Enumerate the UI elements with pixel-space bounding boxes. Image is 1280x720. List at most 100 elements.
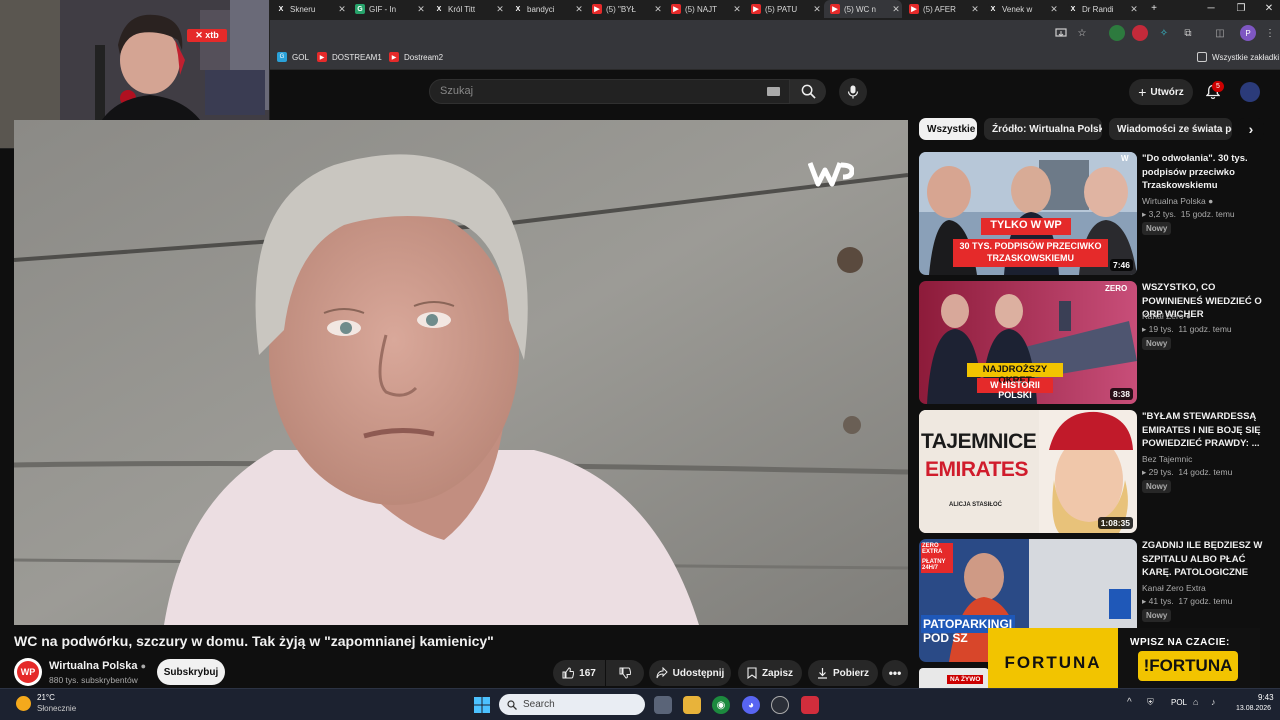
bookmark-dostream2[interactable]: ▶ Dostream2 (389, 52, 443, 62)
dislike-button[interactable] (606, 660, 644, 686)
recommendation-item[interactable]: ZERO EXTRA PŁATNY 24H/7 PATOPARKINGI POD… (919, 539, 1269, 662)
video-duration: 8:38 (1109, 388, 1133, 400)
discord-icon[interactable]: ◕ (742, 696, 760, 714)
weather-temperature[interactable]: 21°C (37, 693, 55, 702)
more-actions-button[interactable]: ••• (882, 660, 908, 686)
recommendation-channel[interactable]: Bez Tajemnic (1142, 454, 1192, 464)
channel-name[interactable]: Wirtualna Polska ● (49, 660, 146, 672)
browser-tab[interactable]: ▶ (5) "BYŁ ✕ (586, 0, 664, 18)
views-icon: ▸ (1142, 596, 1149, 606)
close-window-icon[interactable]: ✕ (1255, 0, 1280, 18)
network-icon[interactable]: ⌂ (1193, 697, 1198, 707)
recommendation-thumbnail[interactable]: TYLKO W WP 30 TYS. PODPISÓW PRZECIWKO TR… (919, 152, 1137, 275)
keyboard-icon[interactable] (767, 87, 780, 96)
all-bookmarks-button[interactable]: Wszystkie zakładki (1197, 52, 1279, 62)
browser-tab[interactable]: X Król Titt ✕ (428, 0, 506, 18)
browser-tab[interactable]: ▶ (5) NAJT ✕ (665, 0, 743, 18)
task-view-icon[interactable] (654, 696, 672, 714)
bookmark-gol[interactable]: G GOL (277, 52, 309, 62)
recommendation-thumbnail[interactable]: TAJEMNICE EMIRATES ALICJA STASIŁOĆ 1:08:… (919, 410, 1137, 533)
recommendation-item[interactable]: NAJDROŻSZY OKRĘT W HISTORII POLSKI ZERO … (919, 281, 1269, 405)
recommendation-item[interactable]: TYLKO W WP 30 TYS. PODPISÓW PRZECIWKO TR… (919, 152, 1269, 276)
chrome-icon[interactable]: ◉ (712, 696, 730, 714)
browser-tab[interactable]: ▶ (5) AFER ✕ (903, 0, 981, 18)
save-button[interactable]: Zapisz (738, 660, 802, 686)
obs-icon[interactable] (771, 696, 789, 714)
bookmark-dostream1[interactable]: ▶ DOSTREAM1 (317, 52, 382, 62)
close-tab-icon[interactable]: ✕ (890, 4, 902, 15)
taskbar-search[interactable]: Search (499, 694, 645, 715)
recommendation-item[interactable]: TAJEMNICE EMIRATES ALICJA STASIŁOĆ 1:08:… (919, 410, 1269, 534)
recommendation-channel[interactable]: Wirtualna Polska ● (1142, 196, 1213, 206)
subscribe-button[interactable]: Subskrybuj (157, 659, 225, 685)
more-dots-icon: ••• (888, 666, 902, 680)
tray-shield-icon[interactable]: ⛨ (1147, 697, 1154, 708)
windows-start-icon[interactable] (473, 696, 491, 714)
close-tab-icon[interactable]: ✕ (415, 4, 427, 15)
download-button[interactable]: Pobierz (808, 660, 878, 686)
verified-icon: ● (140, 661, 147, 671)
browser-tab[interactable]: X Venek w ✕ (982, 0, 1060, 18)
new-tab-button[interactable]: + (1140, 0, 1168, 18)
chip-scroll-right-icon[interactable]: › (1238, 118, 1264, 140)
file-explorer-icon[interactable] (683, 696, 701, 714)
create-button[interactable]: + Utwórz (1129, 79, 1193, 105)
browser-tab[interactable]: ▶ (5) PATU ✕ (745, 0, 823, 18)
browser-tab[interactable]: G GIF - In ✕ (349, 0, 427, 18)
close-tab-icon[interactable]: ✕ (494, 4, 506, 15)
clock-time[interactable]: 9:43 (1258, 693, 1274, 702)
browser-tab-title: Dr Randi (1082, 4, 1114, 14)
close-tab-icon[interactable]: ✕ (1048, 4, 1060, 15)
browser-tab[interactable]: ▶ (5) WC n ✕ (824, 0, 902, 18)
close-tab-icon[interactable]: ✕ (1128, 4, 1140, 15)
live-thumbnail[interactable]: NA ŻYWO (919, 668, 989, 688)
recommendation-title[interactable]: ZGADNIJ ILE BĘDZIESZ W SZPITALU ALBO PŁA… (1142, 539, 1268, 581)
channel-avatar[interactable]: WP (14, 658, 42, 686)
chip-source-wp[interactable]: Źródło: Wirtualna Polska (984, 118, 1102, 140)
menu-dots-icon[interactable]: ⋮ (1262, 25, 1278, 41)
chip-world-politics[interactable]: Wiadomości ze świata polityki (1109, 118, 1232, 140)
extension-red-icon[interactable] (1132, 25, 1148, 41)
recommendation-title[interactable]: "BYŁAM STEWARDESSĄ EMIRATES I NIE BOJĘ S… (1142, 410, 1268, 451)
user-avatar[interactable] (1240, 82, 1260, 102)
chip-all[interactable]: Wszystkie (919, 118, 977, 140)
search-input[interactable]: Szukaj (429, 79, 790, 104)
clock-date[interactable]: 13.08.2026 (1236, 705, 1271, 712)
close-tab-icon[interactable]: ✕ (573, 4, 585, 15)
close-tab-icon[interactable]: ✕ (969, 4, 981, 15)
close-tab-icon[interactable]: ✕ (652, 4, 664, 15)
extension-icon[interactable] (1109, 25, 1125, 41)
install-app-icon[interactable] (1053, 25, 1069, 41)
profile-avatar[interactable]: P (1240, 25, 1256, 41)
maximize-icon[interactable]: ❐ (1227, 0, 1255, 18)
share-button[interactable]: Udostępnij (649, 660, 731, 686)
close-tab-icon[interactable]: ✕ (811, 4, 823, 15)
thumbnail-caption-bottom: 30 TYS. PODPISÓW PRZECIWKO TRZASKOWSKIEM… (959, 241, 1102, 263)
extensions-puzzle-icon[interactable]: ⧉ (1180, 25, 1196, 41)
close-tab-icon[interactable]: ✕ (731, 4, 743, 15)
voice-search-button[interactable] (839, 78, 867, 106)
recommendation-thumbnail[interactable]: NAJDROŻSZY OKRĘT W HISTORII POLSKI ZERO … (919, 281, 1137, 404)
new-badge: Nowy (1142, 480, 1172, 493)
recommendation-channel[interactable]: Kanał Zero ● (1142, 311, 1191, 321)
tray-chevron-icon[interactable]: ^ (1127, 697, 1132, 708)
video-player[interactable] (14, 120, 908, 625)
recommendation-title[interactable]: "Do odwołania". 30 tys. podpisów przeciw… (1142, 152, 1268, 193)
weather-description[interactable]: Słonecznie (37, 704, 76, 713)
bookmark-star-icon[interactable]: ☆ (1074, 25, 1090, 41)
browser-tab[interactable]: Xbandyci ✕ (507, 0, 585, 18)
browser-tab[interactable]: X Skneru ✕ (270, 0, 348, 18)
app-red-icon[interactable] (801, 696, 819, 714)
download-label: Pobierz (832, 667, 870, 679)
browser-tab[interactable]: X Dr Randi ✕ (1062, 0, 1140, 18)
all-bookmarks-label: Wszystkie zakładki (1212, 52, 1280, 62)
minimize-icon[interactable]: ─ (1197, 0, 1225, 18)
close-tab-icon[interactable]: ✕ (336, 4, 348, 15)
volume-icon[interactable]: ♪ (1211, 697, 1216, 707)
like-button[interactable]: 167 (553, 660, 605, 686)
recommendation-channel[interactable]: Kanał Zero Extra (1142, 583, 1206, 593)
translate-extension-icon[interactable]: ✧ (1156, 25, 1172, 41)
input-language[interactable]: POL (1171, 698, 1187, 707)
sidepanel-icon[interactable]: ◫ (1212, 25, 1228, 41)
search-button[interactable] (790, 79, 826, 104)
